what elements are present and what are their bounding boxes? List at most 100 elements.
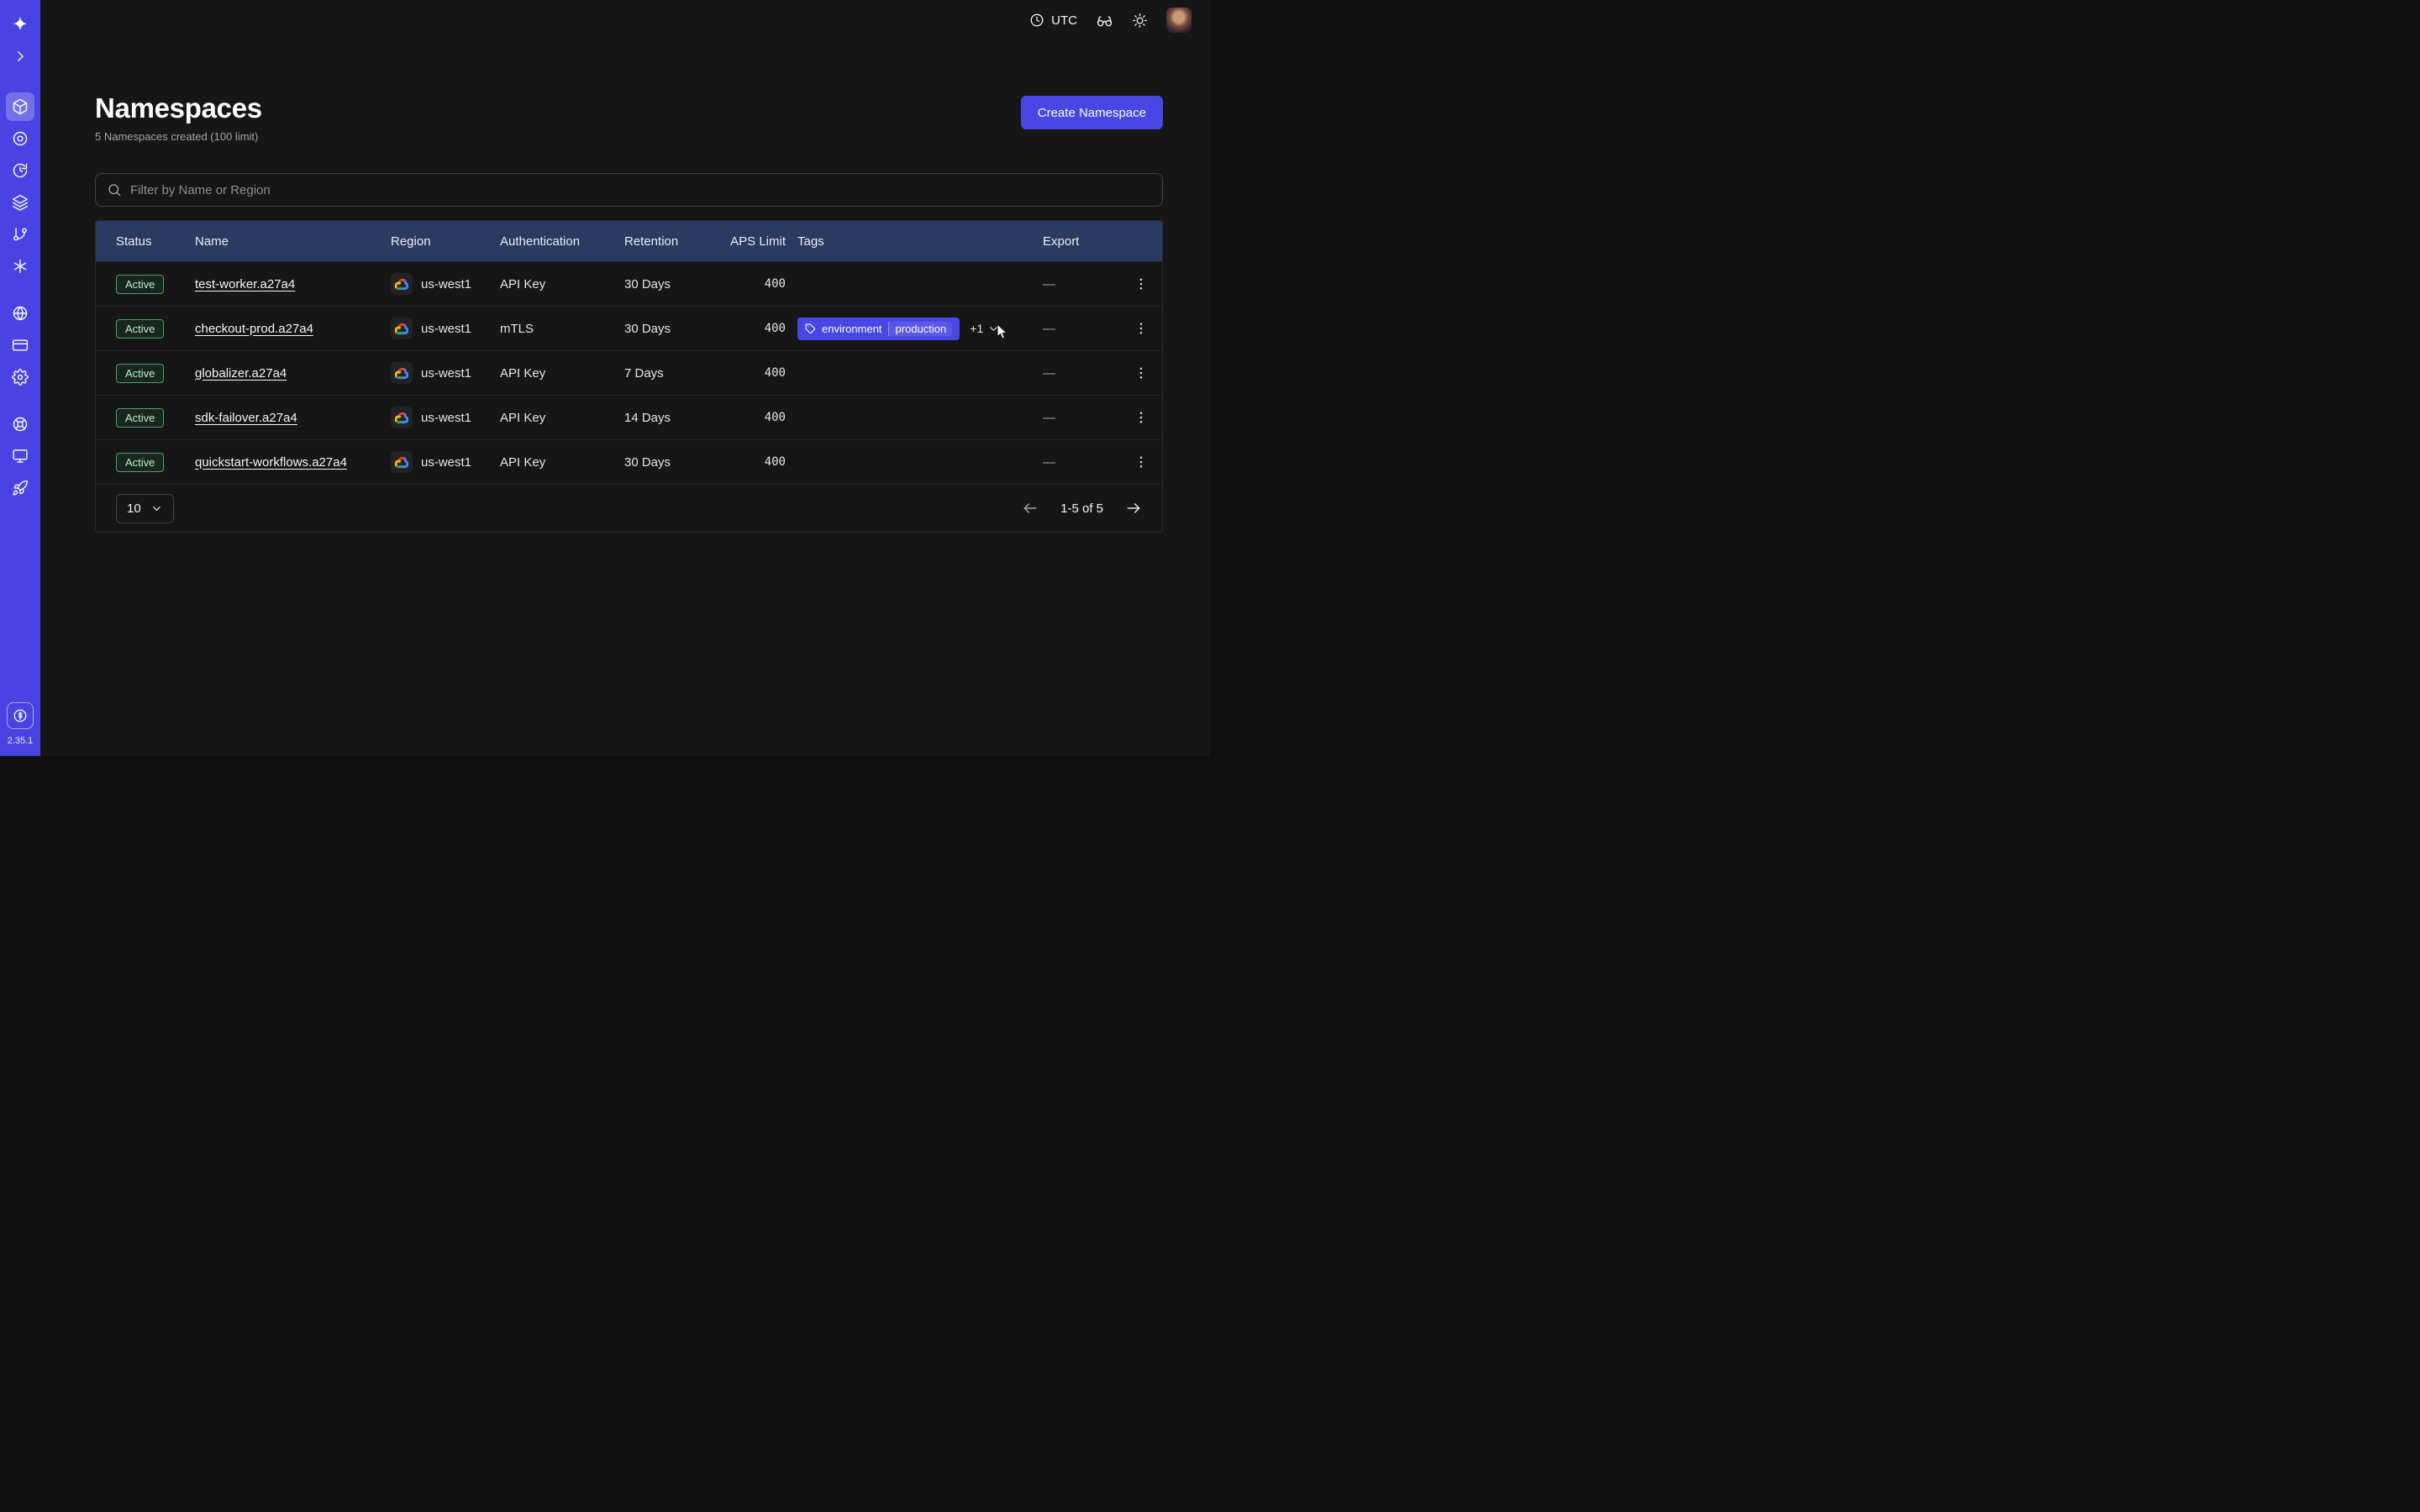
- create-namespace-button[interactable]: Create Namespace: [1021, 96, 1163, 129]
- table-footer: 10 1-5 of 5: [96, 484, 1162, 532]
- namespace-link[interactable]: quickstart-workflows.a27a4: [195, 455, 347, 470]
- theme-toggle-button[interactable]: [1132, 13, 1148, 29]
- namespace-link[interactable]: sdk-failover.a27a4: [195, 411, 297, 425]
- aps-limit-cell: 400: [722, 411, 797, 424]
- nav-layers-button[interactable]: [6, 188, 34, 217]
- region-label: us-west1: [421, 411, 471, 425]
- nav-globe-button[interactable]: [6, 299, 34, 328]
- status-badge: Active: [116, 408, 164, 428]
- auth-cell: API Key: [500, 411, 624, 425]
- chevron-down-icon: [987, 323, 1000, 335]
- retention-cell: 30 Days: [624, 322, 722, 336]
- app-root: 2.35.1 UTC Namespaces 5 Namespaces creat…: [0, 0, 1210, 756]
- export-cell: —: [1043, 455, 1117, 470]
- sidebar-nav: [6, 91, 34, 504]
- expand-sidebar-button[interactable]: [6, 42, 34, 71]
- region-cell: us-west1: [391, 407, 500, 428]
- target-icon: [12, 130, 29, 147]
- retention-cell: 14 Days: [624, 411, 722, 425]
- gcp-icon: [391, 451, 413, 473]
- row-menu-button[interactable]: [1128, 449, 1154, 475]
- column-header-name: Name: [195, 234, 391, 249]
- nav-billing-button[interactable]: [6, 331, 34, 360]
- nav-support-button[interactable]: [6, 410, 34, 438]
- status-badge: Active: [116, 453, 164, 472]
- reader-mode-button[interactable]: [1096, 12, 1113, 29]
- sidebar-bottom: 2.35.1: [7, 702, 34, 746]
- git-branch-icon: [12, 226, 29, 243]
- row-menu-button[interactable]: [1128, 405, 1154, 430]
- nav-history-button[interactable]: [6, 156, 34, 185]
- page-title: Namespaces: [95, 92, 262, 124]
- nav-settings-button[interactable]: [6, 363, 34, 391]
- table-row: Active globalizer.a27a4 us-west1 API Key…: [96, 350, 1162, 395]
- main-area: UTC Namespaces 5 Namespaces created (100…: [40, 0, 1210, 756]
- gcp-icon: [391, 318, 413, 339]
- region-cell: us-west1: [391, 451, 500, 473]
- column-header-status: Status: [116, 234, 195, 249]
- rocket-icon: [12, 480, 29, 496]
- clock-icon: [1029, 13, 1044, 28]
- tag-value: production: [888, 322, 953, 336]
- export-cell: —: [1043, 322, 1117, 336]
- more-tags-button[interactable]: +1: [970, 322, 1000, 335]
- region-label: us-west1: [421, 455, 471, 470]
- usage-cost-button[interactable]: [7, 702, 34, 729]
- region-label: us-west1: [421, 277, 471, 291]
- sun-icon: [1132, 13, 1148, 29]
- gcp-icon: [391, 407, 413, 428]
- aps-limit-cell: 400: [722, 366, 797, 380]
- kebab-menu-icon: [1134, 410, 1149, 425]
- nav-group-support: [6, 408, 34, 504]
- temporal-logo-icon[interactable]: [6, 10, 34, 39]
- nav-group-account: [6, 297, 34, 393]
- nav-batch-button[interactable]: [6, 252, 34, 281]
- pagination-range: 1-5 of 5: [1060, 501, 1103, 516]
- chevron-right-icon: [13, 49, 28, 64]
- globe-icon: [12, 305, 29, 322]
- row-menu-button[interactable]: [1128, 360, 1154, 386]
- pagination: 1-5 of 5: [1022, 500, 1142, 517]
- page-size-select[interactable]: 10: [116, 494, 174, 523]
- namespace-link[interactable]: test-worker.a27a4: [195, 277, 295, 291]
- export-cell: —: [1043, 411, 1117, 425]
- region-label: us-west1: [421, 366, 471, 381]
- chevron-down-icon: [150, 502, 163, 515]
- row-menu-button[interactable]: [1128, 271, 1154, 297]
- table-row: Active quickstart-workflows.a27a4 us-wes…: [96, 439, 1162, 484]
- glasses-icon: [1096, 12, 1113, 29]
- next-page-button[interactable]: [1125, 500, 1142, 517]
- search-input[interactable]: [130, 183, 1151, 197]
- namespace-link[interactable]: checkout-prod.a27a4: [195, 322, 313, 336]
- namespaces-table: Status Name Region Authentication Retent…: [95, 220, 1163, 533]
- timezone-selector[interactable]: UTC: [1029, 13, 1077, 28]
- kebab-menu-icon: [1134, 365, 1149, 381]
- export-cell: —: [1043, 366, 1117, 381]
- gcp-icon: [391, 362, 413, 384]
- namespace-link[interactable]: globalizer.a27a4: [195, 366, 287, 381]
- nav-namespaces-button[interactable]: [6, 92, 34, 121]
- column-header-aps-limit: APS Limit: [722, 234, 797, 249]
- nav-monitor-button[interactable]: [6, 442, 34, 470]
- region-cell: us-west1: [391, 273, 500, 295]
- row-menu-button[interactable]: [1128, 316, 1154, 341]
- table-row: Active test-worker.a27a4 us-west1 API Ke…: [96, 261, 1162, 306]
- nav-target-button[interactable]: [6, 124, 34, 153]
- user-avatar[interactable]: [1166, 8, 1192, 33]
- nav-getting-started-button[interactable]: [6, 474, 34, 502]
- arrow-left-icon: [1022, 500, 1039, 517]
- more-tags-count: +1: [970, 322, 983, 335]
- aps-limit-cell: 400: [722, 322, 797, 335]
- aps-limit-cell: 400: [722, 455, 797, 469]
- lifebuoy-icon: [12, 416, 29, 433]
- dollar-coin-icon: [13, 708, 28, 723]
- topbar: UTC: [40, 0, 1210, 40]
- status-badge: Active: [116, 364, 164, 383]
- column-header-region: Region: [391, 234, 500, 249]
- prev-page-button[interactable]: [1022, 500, 1039, 517]
- nav-nexus-button[interactable]: [6, 220, 34, 249]
- kebab-menu-icon: [1134, 276, 1149, 291]
- layers-icon: [12, 194, 29, 211]
- page-content: Namespaces 5 Namespaces created (100 lim…: [40, 40, 1210, 533]
- export-cell: —: [1043, 277, 1117, 291]
